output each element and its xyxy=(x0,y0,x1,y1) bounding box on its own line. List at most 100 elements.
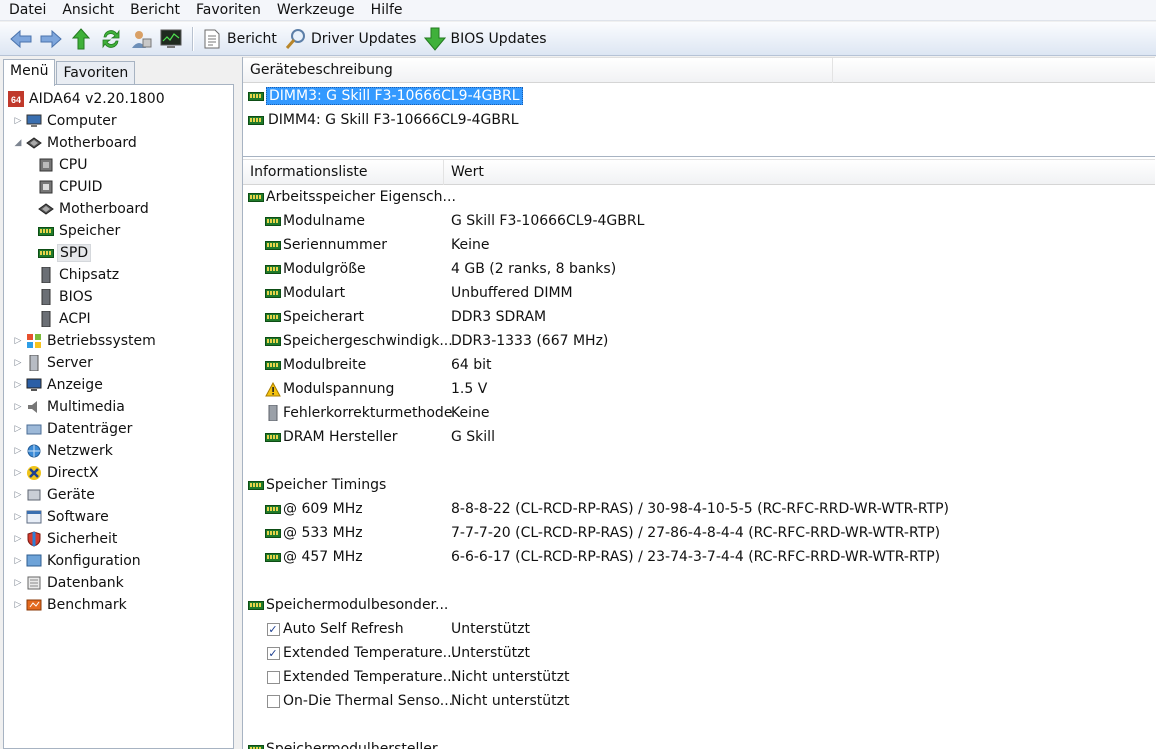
info-value-column-header[interactable]: Wert xyxy=(444,160,1155,185)
pane-splitter[interactable] xyxy=(243,156,1155,157)
shield-icon xyxy=(26,531,42,547)
back-arrow-icon[interactable] xyxy=(8,26,34,52)
info-item-row[interactable]: Extended Temperature... xyxy=(265,665,456,689)
tree-expand-icon[interactable]: ▷ xyxy=(12,358,24,368)
info-item-row[interactable]: Speichergeschwindigk... xyxy=(265,329,453,353)
tree-root[interactable]: 64 AIDA64 v2.20.1800 xyxy=(8,88,167,110)
info-item-row[interactable]: Modulgröße xyxy=(265,257,366,281)
tree-expand-icon[interactable]: ▷ xyxy=(12,600,24,610)
tree-item-netzwerk[interactable]: ▷ Netzwerk xyxy=(12,440,115,462)
tree-item-label: Speicher xyxy=(59,223,121,239)
info-item-row[interactable]: Fehlerkorrekturmethode xyxy=(265,401,452,425)
tree-expand-icon[interactable]: ▷ xyxy=(12,468,24,478)
info-field-name: Speicherart xyxy=(283,309,365,325)
tree-item-datenbank[interactable]: ▷ Datenbank xyxy=(12,572,126,594)
info-item-row[interactable]: ✓ Extended Temperature... xyxy=(265,641,456,665)
tree-expand-icon[interactable]: ▷ xyxy=(12,424,24,434)
tree-item-acpi[interactable]: ACPI xyxy=(32,308,93,330)
info-group-row[interactable]: Arbeitsspeicher Eigensch... xyxy=(248,185,456,209)
info-item-row[interactable]: Seriennummer xyxy=(265,233,387,257)
info-item-row[interactable]: ✓ Auto Self Refresh xyxy=(265,617,404,641)
tab-favorites[interactable]: Favoriten xyxy=(56,61,136,85)
tree-expand-icon[interactable]: ▷ xyxy=(12,446,24,456)
refresh-icon[interactable] xyxy=(98,26,124,52)
tree-expand-icon[interactable]: ▷ xyxy=(12,116,24,126)
tree-item-computer[interactable]: ▷ Computer xyxy=(12,110,119,132)
driver-updates-button[interactable]: Driver Updates xyxy=(283,25,423,53)
tree-item-motherboard[interactable]: Motherboard xyxy=(32,198,151,220)
menu-item-favoriten[interactable]: Favoriten xyxy=(187,0,268,20)
info-item-row[interactable]: Speicherart xyxy=(265,305,364,329)
tree-expand-icon[interactable]: ▷ xyxy=(12,556,24,566)
server-icon xyxy=(26,355,42,371)
menu-item-datei[interactable]: Datei xyxy=(0,0,53,20)
tree-item-datenträger[interactable]: ▷ Datenträger xyxy=(12,418,134,440)
info-field-value: Nicht unterstützt xyxy=(451,669,570,685)
tree-expand-icon[interactable]: ▷ xyxy=(12,578,24,588)
tree-expand-icon[interactable]: ▷ xyxy=(12,512,24,522)
info-item-row[interactable]: On-Die Thermal Senso... xyxy=(265,689,453,713)
tree-item-motherboard[interactable]: ◢ Motherboard xyxy=(12,132,139,154)
device-row[interactable]: DIMM4: G Skill F3-10666CL9-4GBRL xyxy=(248,109,521,131)
software-icon xyxy=(26,509,42,525)
tree-item-sicherheit[interactable]: ▷ Sicherheit xyxy=(12,528,119,550)
info-name-column-header[interactable]: Informationsliste xyxy=(243,160,444,185)
network-icon xyxy=(26,443,42,459)
tree-item-speicher[interactable]: Speicher xyxy=(32,220,122,242)
bios-icon xyxy=(38,289,54,305)
info-item-row[interactable]: Modulart xyxy=(265,281,345,305)
menu-item-ansicht[interactable]: Ansicht xyxy=(53,0,121,20)
tree-item-software[interactable]: ▷ Software xyxy=(12,506,111,528)
tree-item-spd[interactable]: SPD xyxy=(32,242,92,264)
forward-arrow-icon[interactable] xyxy=(38,26,64,52)
menu-item-werkzeuge[interactable]: Werkzeuge xyxy=(268,0,362,20)
info-group-row[interactable]: Speichermodulhersteller xyxy=(248,737,438,749)
device-row[interactable]: DIMM3: G Skill F3-10666CL9-4GBRL xyxy=(248,85,523,107)
info-item-row[interactable]: @ 457 MHz xyxy=(265,545,363,569)
checkbox-checked[interactable]: ✓ xyxy=(265,621,281,637)
tree-expand-icon[interactable]: ▷ xyxy=(12,380,24,390)
info-item-row[interactable]: @ 533 MHz xyxy=(265,521,363,545)
checkbox-unchecked[interactable] xyxy=(265,669,281,685)
menu-item-bericht[interactable]: Bericht xyxy=(121,0,187,20)
tree-item-server[interactable]: ▷ Server xyxy=(12,352,95,374)
tree-item-anzeige[interactable]: ▷ Anzeige xyxy=(12,374,105,396)
info-item-row[interactable]: Modulname xyxy=(265,209,365,233)
info-group-row[interactable]: Speicher Timings xyxy=(248,473,386,497)
tree-item-label: SPD xyxy=(57,244,92,262)
tree-item-cpuid[interactable]: CPUID xyxy=(32,176,104,198)
tree-item-chipsatz[interactable]: Chipsatz xyxy=(32,264,121,286)
tree-item-multimedia[interactable]: ▷ Multimedia xyxy=(12,396,127,418)
info-group-row[interactable]: Speichermodulbesonder... xyxy=(248,593,448,617)
tree-item-label: CPUID xyxy=(59,179,103,195)
report-button[interactable]: Bericht xyxy=(199,25,283,53)
tree-item-directx[interactable]: ▷ DirectX xyxy=(12,462,101,484)
info-item-row[interactable]: Modulbreite xyxy=(265,353,366,377)
info-item-row[interactable]: @ 609 MHz xyxy=(265,497,363,521)
up-arrow-icon[interactable] xyxy=(68,26,94,52)
checkbox-unchecked[interactable] xyxy=(265,693,281,709)
info-field-name: Auto Self Refresh xyxy=(283,621,404,637)
tree-expand-icon[interactable]: ▷ xyxy=(12,534,24,544)
tree-item-konfiguration[interactable]: ▷ Konfiguration xyxy=(12,550,143,572)
user-icon[interactable] xyxy=(128,26,154,52)
tree-expand-icon[interactable]: ▷ xyxy=(12,402,24,412)
menu-item-hilfe[interactable]: Hilfe xyxy=(362,0,410,20)
bios-updates-button[interactable]: BIOS Updates xyxy=(422,25,552,53)
info-item-row[interactable]: DRAM Hersteller xyxy=(265,425,398,449)
tree-root-label: AIDA64 v2.20.1800 xyxy=(29,91,165,107)
tree-item-benchmark[interactable]: ▷ Benchmark xyxy=(12,594,129,616)
tree-item-betriebssystem[interactable]: ▷ Betriebssystem xyxy=(12,330,158,352)
tree-collapse-icon[interactable]: ◢ xyxy=(12,138,24,148)
navigation-tree[interactable]: 64 AIDA64 v2.20.1800 ▷ Computer ◢ Motherboa… xyxy=(3,84,234,749)
tree-item-bios[interactable]: BIOS xyxy=(32,286,95,308)
tree-item-cpu[interactable]: CPU xyxy=(32,154,89,176)
info-item-row[interactable]: Modulspannung xyxy=(265,377,394,401)
monitor-icon[interactable] xyxy=(158,26,184,52)
tree-expand-icon[interactable]: ▷ xyxy=(12,336,24,346)
checkbox-checked[interactable]: ✓ xyxy=(265,645,281,661)
tree-item-geräte[interactable]: ▷ Geräte xyxy=(12,484,97,506)
device-column-header[interactable]: Gerätebeschreibung xyxy=(243,58,833,83)
tab-menu[interactable]: Menü xyxy=(3,59,56,86)
tree-expand-icon[interactable]: ▷ xyxy=(12,490,24,500)
